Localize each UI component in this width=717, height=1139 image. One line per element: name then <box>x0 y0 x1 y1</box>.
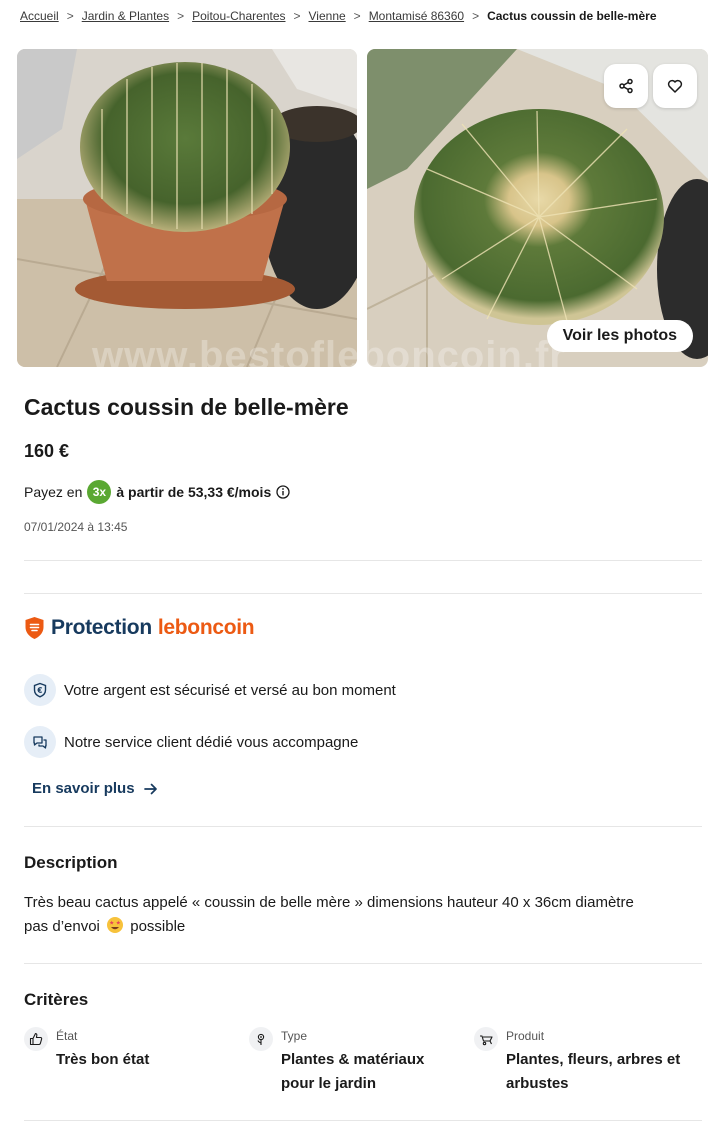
wheelbarrow-icon <box>474 1027 498 1051</box>
divider <box>24 560 702 561</box>
breadcrumb-current: Cactus coussin de belle-mère <box>487 9 657 23</box>
listing-title: Cactus coussin de belle-mère <box>24 394 349 420</box>
arrow-right-icon <box>143 783 157 794</box>
heart-icon <box>667 79 683 93</box>
breadcrumb-city[interactable]: Montamisé 86360 <box>369 9 464 23</box>
breadcrumb-department[interactable]: Vienne <box>309 9 346 23</box>
feature-text: Votre argent est sécurisé et versé au bo… <box>64 681 396 699</box>
divider <box>24 963 702 964</box>
breadcrumb-separator: > <box>66 9 74 23</box>
breadcrumb-category[interactable]: Jardin & Plantes <box>82 9 169 23</box>
installment-badge: 3x <box>87 480 112 504</box>
listing-photo-1[interactable] <box>17 49 357 367</box>
installment-prefix: Payez en <box>24 484 83 500</box>
euro-shield-icon <box>24 674 56 706</box>
plant-icon <box>249 1027 273 1051</box>
criteria-value: Plantes & matériaux pour le jardin <box>281 1051 425 1092</box>
listing-date: 07/01/2024 à 13:45 <box>24 520 128 534</box>
description-heading: Description <box>24 853 118 872</box>
criteria-item-product: Produit Plantes, fleurs, arbres et arbus… <box>474 1027 702 1096</box>
criteria-label: Type <box>281 1029 308 1043</box>
protection-feature: Votre argent est sécurisé et versé au bo… <box>24 674 396 706</box>
breadcrumb-separator: > <box>472 9 480 23</box>
installment-row: Payez en 3x à partir de 53,33 €/mois <box>24 480 290 504</box>
brand-word: leboncoin <box>157 616 255 639</box>
breadcrumb-home[interactable]: Accueil <box>20 9 59 23</box>
see-photos-button[interactable]: Voir les photos <box>546 320 693 352</box>
shield-icon <box>25 617 44 639</box>
description-line-2b: possible <box>130 918 186 935</box>
criteria-item-condition: État Très bon état <box>24 1027 234 1072</box>
thumbs-up-icon <box>24 1027 48 1051</box>
divider <box>24 1120 702 1121</box>
learn-more-link[interactable]: En savoir plus <box>32 780 158 797</box>
info-icon[interactable] <box>276 485 290 499</box>
criteria-item-type: Type Plantes & matériaux pour le jardin <box>249 1027 459 1096</box>
protection-word: Protection <box>51 616 152 639</box>
chat-bubbles-icon <box>24 726 56 758</box>
share-icon <box>619 78 633 94</box>
divider <box>24 826 702 827</box>
breadcrumb-separator: > <box>177 9 185 23</box>
learn-more-label: En savoir plus <box>32 780 135 797</box>
feature-text: Notre service client dédié vous accompag… <box>64 733 359 751</box>
criteria-heading: Critères <box>24 990 89 1009</box>
criteria-value: Plantes, fleurs, arbres et arbustes <box>506 1051 681 1092</box>
description-text: Très beau cactus appelé « coussin de bel… <box>24 891 694 939</box>
criteria-value: Très bon état <box>56 1051 150 1068</box>
criteria-label: Produit <box>506 1029 545 1043</box>
protection-logo: Protection leboncoin <box>24 616 255 640</box>
description-line-1: Très beau cactus appelé « coussin de bel… <box>24 894 634 911</box>
photo-gallery: Voir les photos www.bestofleboncoin.fr <box>17 49 708 378</box>
divider <box>24 593 702 594</box>
star-eyes-emoji-icon <box>107 917 124 933</box>
description-line-2a: pas d’envoi <box>24 918 100 935</box>
breadcrumb-separator: > <box>353 9 361 23</box>
protection-feature: Notre service client dédié vous accompag… <box>24 726 358 758</box>
breadcrumb-separator: > <box>293 9 301 23</box>
share-button[interactable] <box>604 64 648 108</box>
breadcrumb: Accueil > Jardin & Plantes > Poitou-Char… <box>20 9 657 23</box>
criteria-label: État <box>56 1029 78 1043</box>
cactus-side-photo <box>17 49 357 367</box>
breadcrumb-region[interactable]: Poitou-Charentes <box>192 9 285 23</box>
installment-amount: à partir de 53,33 €/mois <box>116 484 272 500</box>
favorite-button[interactable] <box>653 64 697 108</box>
listing-price: 160 € <box>24 441 70 461</box>
